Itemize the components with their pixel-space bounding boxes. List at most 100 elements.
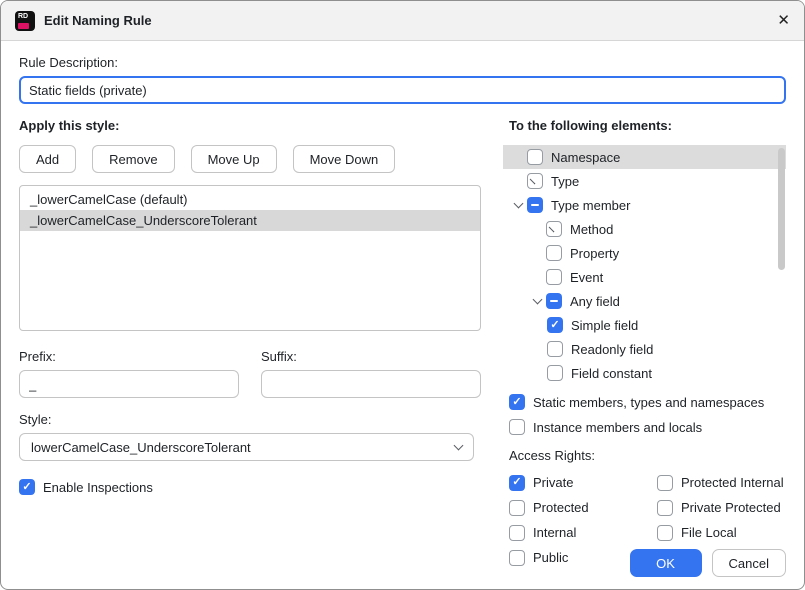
tree-item-event[interactable]: Event — [503, 265, 786, 289]
access-option-label: Private Protected — [681, 500, 781, 515]
access-option-private: Private — [509, 475, 657, 491]
static-members-checkbox[interactable] — [509, 394, 525, 410]
tree-item-method[interactable]: Method — [503, 217, 786, 241]
style-buttons: Add Remove Move Up Move Down — [19, 145, 481, 173]
field-constant-checkbox[interactable] — [547, 365, 563, 381]
tree-item-label: Any field — [570, 294, 620, 309]
tree-item-type[interactable]: Type — [503, 169, 786, 193]
tree-item-type-member[interactable]: Type member — [503, 193, 786, 217]
simple-field-checkbox[interactable] — [547, 317, 563, 333]
elements-panel: To the following elements: Namespace Typ… — [509, 118, 786, 570]
file-local-checkbox[interactable] — [657, 525, 673, 541]
access-option-label: Internal — [533, 525, 576, 540]
access-option-protected: Protected — [509, 500, 657, 516]
elements-tree: Namespace Type Type member — [503, 145, 786, 385]
protected-internal-checkbox[interactable] — [657, 475, 673, 491]
prefix-label: Prefix: — [19, 349, 239, 364]
add-button[interactable]: Add — [19, 145, 76, 173]
ok-button[interactable]: OK — [630, 549, 702, 577]
titlebar: RD Edit Naming Rule ✕ — [1, 1, 804, 41]
protected-checkbox[interactable] — [509, 500, 525, 516]
tree-item-label: Property — [570, 246, 619, 261]
tree-item-label: Readonly field — [571, 342, 653, 357]
chevron-right-icon[interactable] — [509, 178, 527, 185]
style-panel: Apply this style: Add Remove Move Up Mov… — [19, 118, 481, 570]
access-option-internal: Internal — [509, 525, 657, 541]
access-option-label: Protected Internal — [681, 475, 784, 490]
list-item[interactable]: _lowerCamelCase (default) — [20, 189, 480, 210]
cancel-button[interactable]: Cancel — [712, 549, 786, 577]
static-members-label: Static members, types and namespaces — [533, 395, 764, 410]
tree-item-label: Field constant — [571, 366, 652, 381]
tree-item-label: Simple field — [571, 318, 638, 333]
move-up-button[interactable]: Move Up — [191, 145, 277, 173]
elements-label: To the following elements: — [509, 118, 786, 133]
tree-item-label: Method — [570, 222, 613, 237]
move-down-button[interactable]: Move Down — [293, 145, 396, 173]
style-listbox: _lowerCamelCase (default) _lowerCamelCas… — [19, 185, 481, 331]
tree-item-field-constant[interactable]: Field constant — [503, 361, 786, 385]
event-checkbox[interactable] — [546, 269, 562, 285]
private-checkbox[interactable] — [509, 475, 525, 491]
dialog-footer: OK Cancel — [630, 549, 786, 577]
suffix-input[interactable] — [261, 370, 481, 398]
chevron-down-icon[interactable] — [528, 299, 546, 303]
access-option-file-local: File Local — [657, 525, 786, 541]
access-option-private-protected: Private Protected — [657, 500, 786, 516]
access-option-label: File Local — [681, 525, 737, 540]
tree-item-property[interactable]: Property — [503, 241, 786, 265]
tree-item-readonly-field[interactable]: Readonly field — [503, 337, 786, 361]
tree-item-label: Type member — [551, 198, 630, 213]
app-icon-badge — [18, 23, 29, 29]
rule-description-input[interactable] — [19, 76, 786, 104]
apply-style-label: Apply this style: — [19, 118, 481, 133]
static-members-row: Static members, types and namespaces — [509, 394, 786, 410]
style-field: Style: lowerCamelCase_UnderscoreTolerant — [19, 412, 474, 461]
private-protected-checkbox[interactable] — [657, 500, 673, 516]
prefix-field: Prefix: — [19, 347, 239, 398]
style-label: Style: — [19, 412, 474, 427]
internal-checkbox[interactable] — [509, 525, 525, 541]
enable-inspections-label: Enable Inspections — [43, 480, 153, 495]
namespace-checkbox[interactable] — [527, 149, 543, 165]
instance-members-row: Instance members and locals — [509, 419, 786, 435]
property-checkbox[interactable] — [546, 245, 562, 261]
enable-inspections-checkbox[interactable] — [19, 479, 35, 495]
access-option-label: Private — [533, 475, 573, 490]
chevron-down-icon — [454, 441, 464, 451]
prefix-input[interactable] — [19, 370, 239, 398]
style-select-value: lowerCamelCase_UnderscoreTolerant — [31, 440, 251, 455]
app-icon-text: RD — [18, 13, 28, 20]
enable-inspections-row: Enable Inspections — [19, 479, 481, 495]
instance-members-checkbox[interactable] — [509, 419, 525, 435]
suffix-field: Suffix: — [261, 347, 481, 398]
remove-button[interactable]: Remove — [92, 145, 174, 173]
type-member-checkbox[interactable] — [527, 197, 543, 213]
type-checkbox[interactable] — [527, 173, 543, 189]
rule-description-label: Rule Description: — [19, 55, 786, 70]
instance-members-label: Instance members and locals — [533, 420, 702, 435]
window-title: Edit Naming Rule — [44, 13, 152, 28]
any-field-checkbox[interactable] — [546, 293, 562, 309]
dialog-content: Rule Description: Apply this style: Add … — [1, 41, 804, 590]
tree-item-namespace[interactable]: Namespace — [503, 145, 786, 169]
access-option-protected-internal: Protected Internal — [657, 475, 786, 491]
access-rights-label: Access Rights: — [509, 448, 786, 463]
tree-item-simple-field[interactable]: Simple field — [503, 313, 786, 337]
method-checkbox[interactable] — [546, 221, 562, 237]
close-icon[interactable]: ✕ — [777, 13, 790, 28]
tree-item-any-field[interactable]: Any field — [503, 289, 786, 313]
chevron-down-icon[interactable] — [509, 203, 527, 207]
public-checkbox[interactable] — [509, 550, 525, 566]
access-option-label: Protected — [533, 500, 589, 515]
scrollbar-thumb[interactable] — [778, 148, 785, 270]
edit-naming-rule-dialog: RD Edit Naming Rule ✕ Rule Description: … — [0, 0, 805, 590]
readonly-field-checkbox[interactable] — [547, 341, 563, 357]
list-item-selected[interactable]: _lowerCamelCase_UnderscoreTolerant — [20, 210, 480, 231]
style-select[interactable]: lowerCamelCase_UnderscoreTolerant — [19, 433, 474, 461]
tree-item-label: Event — [570, 270, 603, 285]
tree-item-label: Namespace — [551, 150, 620, 165]
tree-item-label: Type — [551, 174, 579, 189]
chevron-right-icon[interactable] — [528, 226, 546, 233]
access-option-label: Public — [533, 550, 568, 565]
